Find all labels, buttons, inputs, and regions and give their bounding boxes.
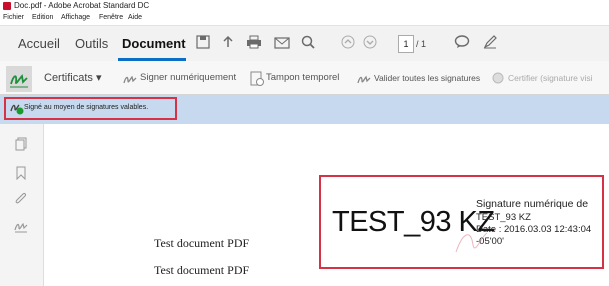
pen-icon[interactable] <box>480 34 500 54</box>
signature-tool-icon[interactable] <box>6 66 32 92</box>
attachment-icon[interactable] <box>14 192 28 206</box>
tab-accueil[interactable]: Accueil <box>18 35 60 53</box>
signatures-panel-icon[interactable] <box>14 220 28 234</box>
comment-icon[interactable] <box>452 34 472 54</box>
timestamp-icon <box>250 71 264 92</box>
page-up-icon[interactable] <box>338 34 358 54</box>
navigation-pane <box>0 124 44 286</box>
valid-signature-icon <box>10 101 24 120</box>
menu-edition[interactable]: Edition <box>32 12 53 23</box>
signature-status-bar: Signé au moyen de signatures valables. <box>0 95 609 125</box>
sign-digitally-button[interactable]: Signer numériquement <box>140 70 236 86</box>
acrobat-logo-icon <box>3 2 11 10</box>
email-icon[interactable] <box>272 34 292 54</box>
window-title: Doc.pdf - Adobe Acrobat Standard DC <box>14 1 150 10</box>
tab-outils[interactable]: Outils <box>75 35 108 53</box>
page-down-icon[interactable] <box>360 34 380 54</box>
print-icon[interactable] <box>244 34 264 54</box>
menu-aide[interactable]: Aide <box>128 12 142 23</box>
save-icon[interactable] <box>193 34 213 54</box>
certificates-menu[interactable]: Certificats ▾ <box>44 70 101 86</box>
page-number-input[interactable]: 1 <box>398 35 414 53</box>
menu-bar: Fichier Edition Affichage Fenêtre Aide <box>0 12 609 23</box>
menu-affichage[interactable]: Affichage <box>61 12 90 23</box>
page-thumbnails-icon[interactable] <box>14 137 28 151</box>
bookmark-icon[interactable] <box>14 166 28 181</box>
sign-pen-icon <box>122 72 138 91</box>
signature-label: Signature numérique de <box>476 198 589 210</box>
signature-toolbar: Certificats ▾ Signer numériquement Tampo… <box>0 61 609 95</box>
upload-icon[interactable] <box>218 34 238 54</box>
menu-fichier[interactable]: Fichier <box>3 12 24 23</box>
document-text-line: Test document PDF <box>154 236 250 250</box>
menu-fenetre[interactable]: Fenêtre <box>99 12 123 23</box>
search-icon[interactable] <box>298 34 318 54</box>
signature-date: Date : 2016.03.03 12:43:04 <box>476 224 592 235</box>
signature-status-text: Signé au moyen de signatures valables. <box>24 104 149 111</box>
certify-icon <box>492 72 506 91</box>
page-count: / 1 <box>416 39 427 49</box>
certify-button[interactable]: Certifier (signature visi <box>508 70 593 86</box>
tab-document[interactable]: Document <box>122 35 186 53</box>
validate-pen-icon <box>356 72 372 91</box>
timestamp-button[interactable]: Tampon temporel <box>266 70 339 86</box>
main-toolbar: Accueil Outils Document 1 / 1 <box>0 25 609 63</box>
signature-field[interactable]: TEST_93 KZ Signature numérique de TEST_9… <box>319 175 604 269</box>
title-bar: Doc.pdf - Adobe Acrobat Standard DC <box>0 0 609 12</box>
signature-timezone: -05'00' <box>476 236 504 247</box>
signature-signer: TEST_93 KZ <box>476 212 531 223</box>
document-text-line: Test document PDF <box>154 263 250 277</box>
validate-all-button[interactable]: Valider toutes les signatures <box>374 70 480 86</box>
